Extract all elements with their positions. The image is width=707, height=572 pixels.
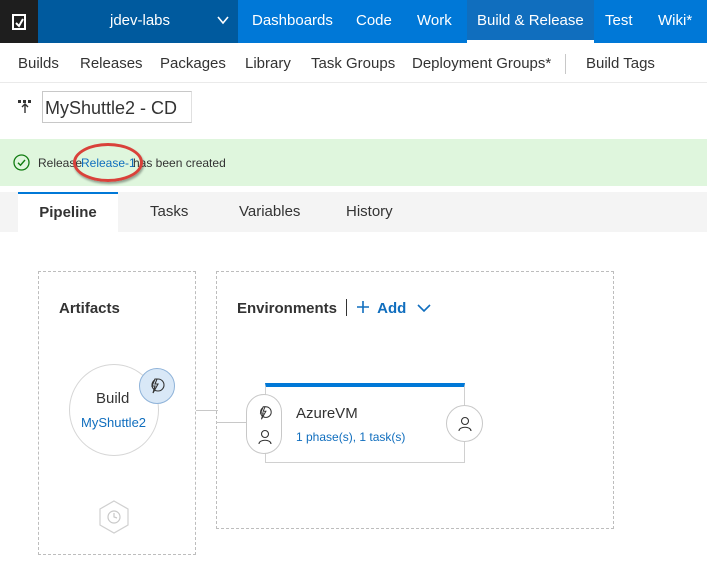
chevron-down-icon [217,16,229,25]
release-definition-name-input[interactable]: MyShuttle2 - CD [42,91,192,123]
subnav-build-tags[interactable]: Build Tags [586,55,655,72]
subnav-deployment-groups[interactable]: Deployment Groups* [412,55,551,72]
nav-dashboards[interactable]: Dashboards [252,12,333,29]
environments-heading: Environments [237,300,338,317]
tab-tasks[interactable]: Tasks [150,192,188,232]
continuous-deployment-trigger-button[interactable] [139,368,175,404]
top-nav-bar: jdev-labs Dashboards Code Work Build & R… [0,0,707,43]
pre-deployment-approvers-icon[interactable] [257,429,273,445]
artifact-source-link[interactable]: MyShuttle2 [81,415,146,430]
lightning-trigger-icon [151,378,165,394]
subnav-library[interactable]: Library [245,55,291,72]
sub-nav-bar: Builds Releases Packages Library Task Gr… [0,43,707,83]
artifacts-heading: Artifacts [59,300,120,317]
environment-card-azurevm[interactable] [265,383,465,463]
tab-variables[interactable]: Variables [239,192,300,232]
environment-name[interactable]: AzureVM [296,405,358,422]
nav-build-release[interactable]: Build & Release [467,0,594,43]
subnav-divider [565,54,566,74]
success-check-icon [13,154,30,171]
banner-suffix: has been created [133,156,226,170]
tab-history[interactable]: History [346,192,393,232]
chevron-down-icon [416,304,431,313]
schedule-trigger-icon[interactable] [98,500,130,534]
pre-deployment-conditions [246,394,282,454]
nav-wiki[interactable]: Wiki* [658,12,692,29]
annotation-highlight-circle [73,143,143,182]
environment-tasks-link[interactable]: 1 phase(s), 1 task(s) [296,430,405,444]
plus-icon [357,301,369,313]
definition-tabs: Pipeline Tasks Variables History [0,192,707,232]
environment-connector [216,422,248,423]
pipeline-connector [196,410,218,411]
person-icon [457,416,472,431]
tab-pipeline[interactable]: Pipeline [18,192,118,232]
subnav-task-groups[interactable]: Task Groups [311,55,395,72]
vsts-logo-icon[interactable] [0,0,38,43]
pre-deployment-trigger-icon[interactable] [257,405,273,421]
subnav-packages[interactable]: Packages [160,55,226,72]
project-selector[interactable]: jdev-labs [38,0,238,43]
nav-work[interactable]: Work [417,12,452,29]
post-deployment-approvers-button[interactable] [446,405,483,442]
add-environment-button[interactable]: Add [356,300,431,317]
add-environment-label: Add [377,300,407,317]
release-definition-icon [18,100,31,113]
heading-divider [346,299,347,316]
nav-test[interactable]: Test [605,12,633,29]
subnav-releases[interactable]: Releases [80,55,143,72]
project-name: jdev-labs [110,12,171,29]
artifact-source-type: Build [96,390,130,407]
nav-build-release-label: Build & Release [477,12,584,29]
subnav-builds[interactable]: Builds [18,55,59,72]
nav-code[interactable]: Code [356,12,392,29]
